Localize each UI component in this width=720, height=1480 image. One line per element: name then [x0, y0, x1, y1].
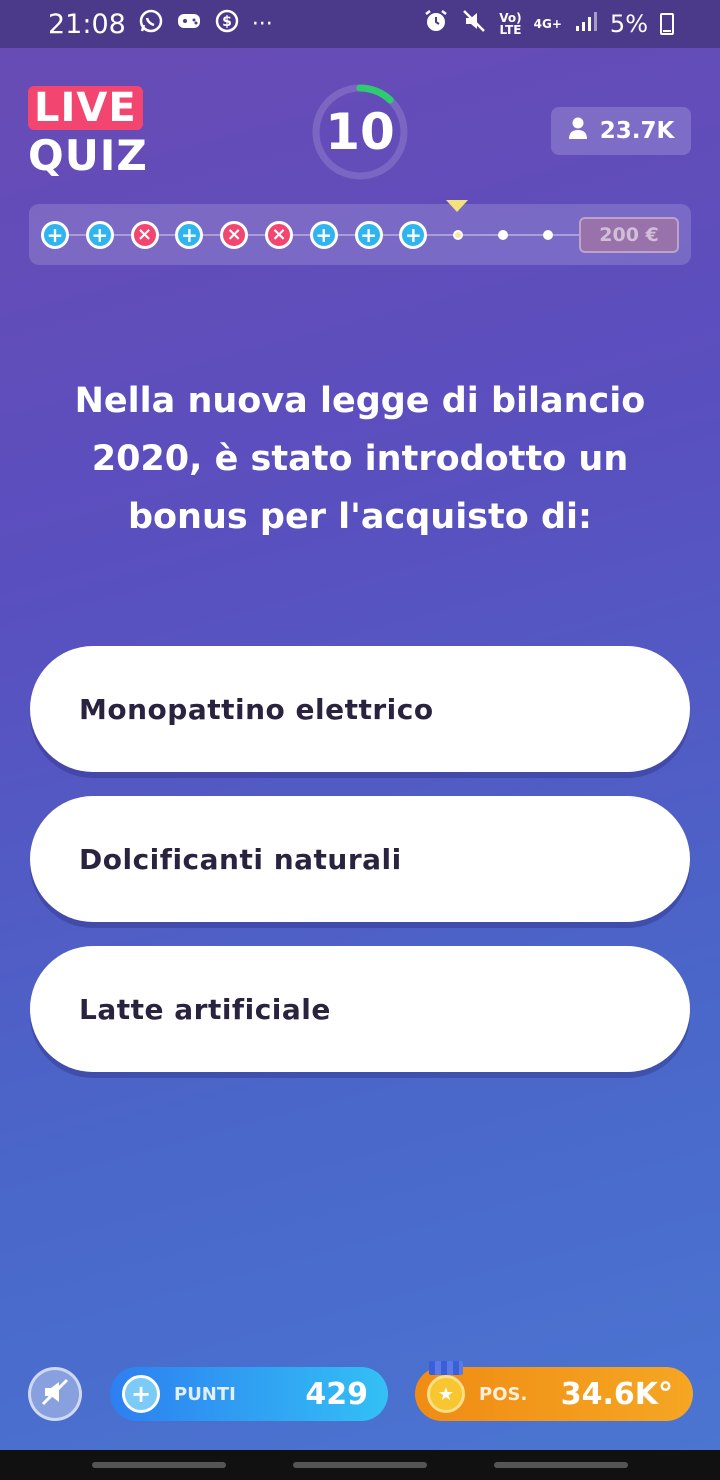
answer-label: Monopattino elettrico [79, 692, 434, 726]
alarm-icon [423, 8, 449, 40]
nav-recents-button[interactable] [92, 1462, 226, 1468]
position-badge: ★ POS. 34.6K° [415, 1361, 693, 1421]
step-correct-icon: + [41, 221, 69, 249]
step-pending-dot [542, 230, 553, 240]
answer-label: Latte artificiale [79, 992, 331, 1026]
status-bar: 21:08 $ ··· Vo) LTE 4G+ 5% [0, 0, 720, 48]
speaker-muted-icon [40, 1377, 70, 1411]
countdown-timer: 10 [310, 82, 410, 182]
logo-quiz-text: QUIZ [28, 131, 148, 180]
points-badge: + PUNTI 429 [110, 1367, 388, 1421]
nav-back-button[interactable] [494, 1462, 628, 1468]
battery-icon [660, 13, 674, 35]
answer-option-3[interactable]: Latte artificiale [30, 946, 690, 1072]
volte-indicator: Vo) LTE [499, 11, 522, 37]
step-wrong-icon: × [265, 221, 293, 249]
nav-home-button[interactable] [293, 1462, 427, 1468]
step-correct-icon: + [175, 221, 204, 249]
answer-option-1[interactable]: Monopattino elettrico [30, 646, 690, 772]
question-progress: + + × + × × + + + 200 € [29, 200, 691, 265]
answer-option-2[interactable]: Dolcificanti naturali [30, 796, 690, 922]
viewers-count: 23.7K [599, 118, 675, 144]
points-label: PUNTI [174, 1383, 236, 1405]
gamepad-icon [176, 10, 202, 38]
points-value: 429 [305, 1376, 368, 1412]
viewers-badge: 23.7K [551, 107, 691, 155]
question-text: Nella nuova legge di bilancio 2020, è st… [74, 381, 646, 537]
step-correct-icon: + [309, 221, 338, 249]
mute-button[interactable] [28, 1367, 82, 1421]
medal-star-icon: ★ [427, 1375, 465, 1413]
answer-label: Dolcificanti naturali [79, 842, 402, 876]
position-label: POS. [479, 1383, 528, 1405]
step-correct-icon: + [399, 221, 428, 249]
plus-gem-icon: + [122, 1375, 160, 1413]
signal-icon [574, 10, 598, 38]
logo-live-text: LIVE [28, 86, 143, 130]
svg-text:$: $ [222, 14, 232, 30]
step-correct-icon: + [354, 221, 383, 249]
status-time: 21:08 [48, 8, 126, 40]
medal-ribbon-icon [429, 1361, 463, 1375]
step-wrong-icon: × [220, 221, 249, 249]
step-pending-dot [498, 230, 508, 240]
whatsapp-icon [138, 8, 164, 40]
live-quiz-logo: LIVE QUIZ [28, 86, 148, 180]
timer-value: 10 [325, 103, 395, 161]
prize-badge: 200 € [579, 217, 679, 253]
step-correct-icon: + [85, 221, 114, 249]
more-notifications-icon: ··· [251, 11, 273, 37]
step-wrong-icon: × [130, 221, 159, 249]
current-question-marker-icon [446, 200, 468, 212]
mute-notification-icon [461, 8, 487, 40]
system-nav-bar [0, 1450, 720, 1480]
dollar-icon: $ [214, 8, 240, 40]
battery-percent: 5% [609, 10, 648, 38]
user-icon [568, 116, 588, 146]
network-indicator: 4G+ [533, 17, 562, 31]
step-current-dot [453, 230, 464, 240]
position-value: 34.6K° [560, 1376, 673, 1412]
